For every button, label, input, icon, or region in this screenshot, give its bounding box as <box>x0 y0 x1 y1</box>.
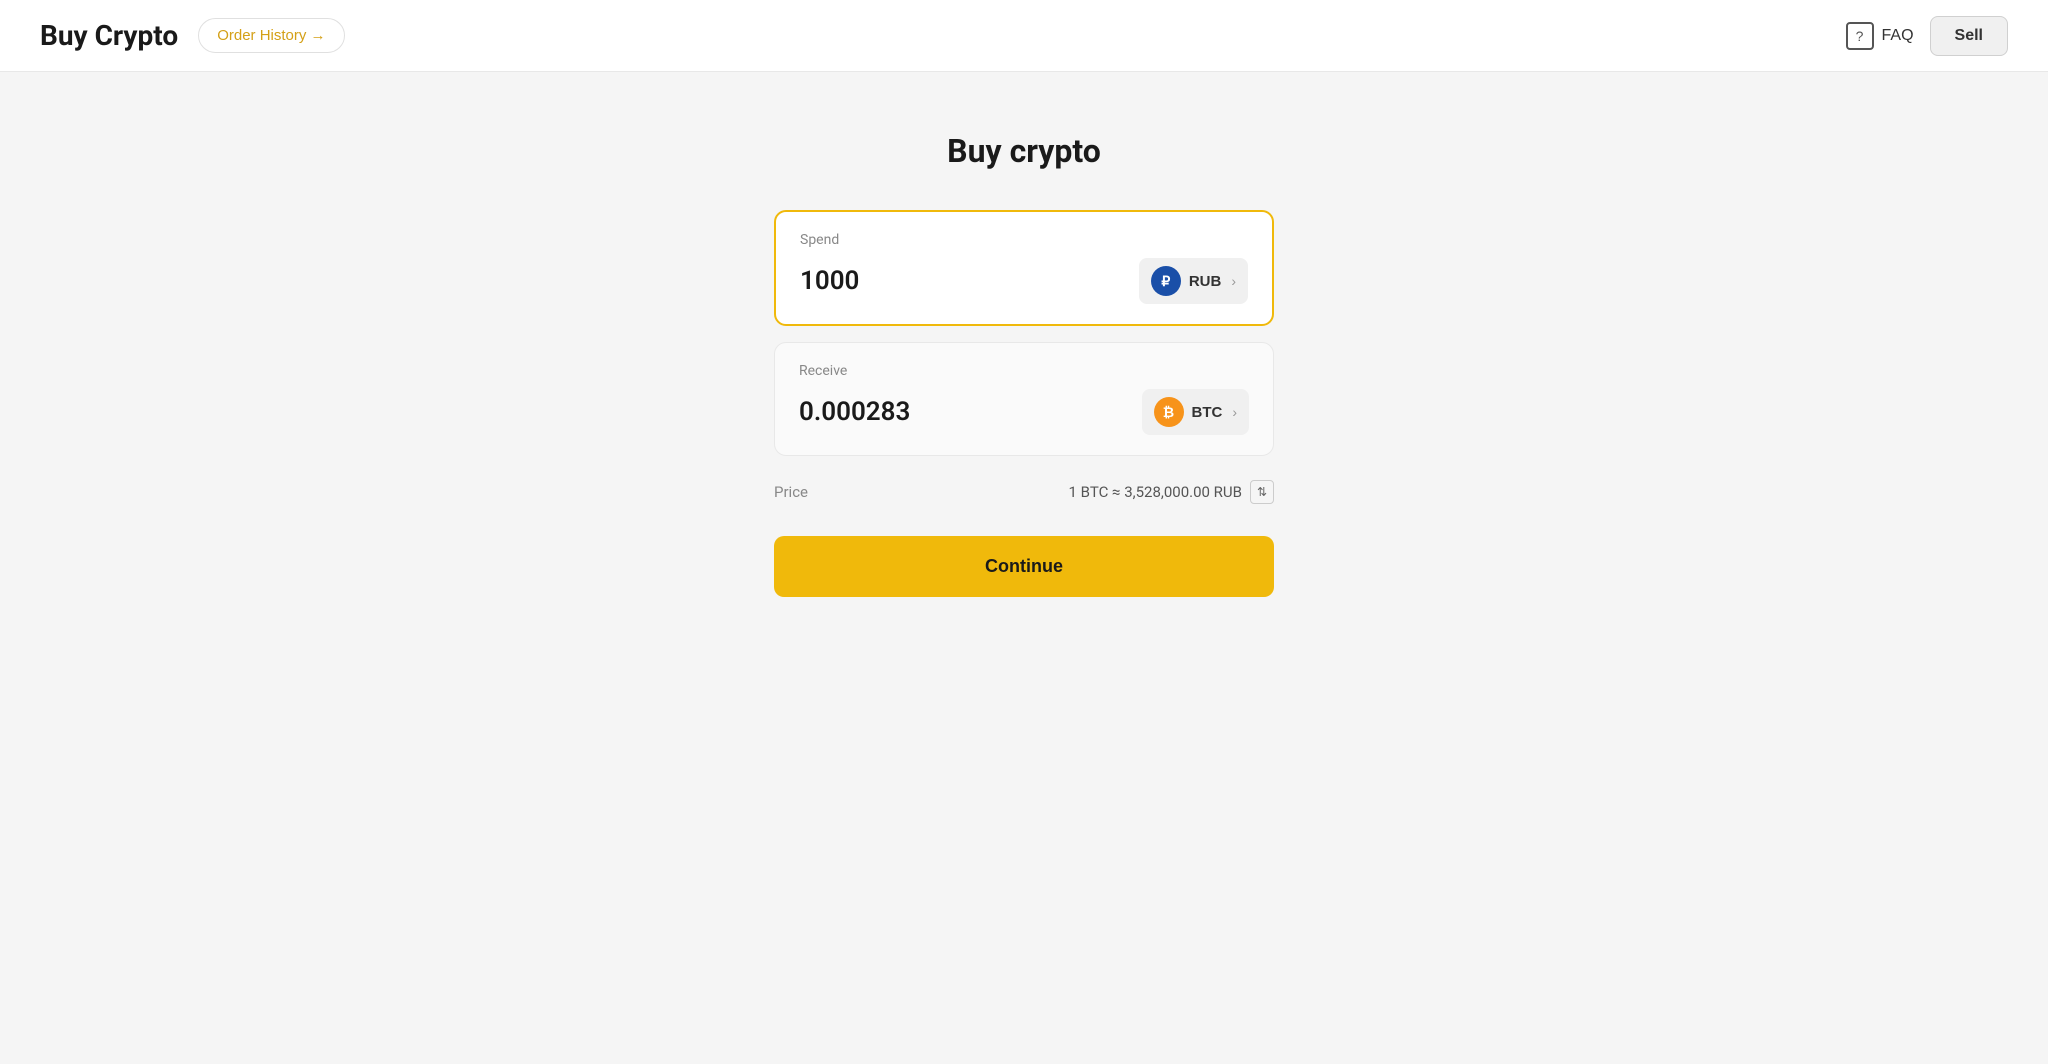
faq-label: FAQ <box>1882 27 1914 45</box>
header-left: Buy Crypto Order History → <box>40 18 345 53</box>
form-container: Spend 1000 ₽ RUB › Receive 0.000283 ₿ <box>774 210 1274 597</box>
spend-label: Spend <box>800 232 1248 248</box>
swap-icon[interactable]: ⇅ <box>1250 480 1274 504</box>
receive-label: Receive <box>799 363 1249 379</box>
form-title: Buy crypto <box>947 132 1101 170</box>
faq-button[interactable]: ? FAQ <box>1846 22 1914 50</box>
spend-row: 1000 ₽ RUB › <box>800 258 1248 304</box>
spend-card: Spend 1000 ₽ RUB › <box>774 210 1274 326</box>
spend-chevron-icon: › <box>1231 273 1236 289</box>
spend-value[interactable]: 1000 <box>800 266 859 296</box>
price-value: 1 BTC ≈ 3,528,000.00 RUB <box>1069 483 1242 501</box>
spend-currency-selector[interactable]: ₽ RUB › <box>1139 258 1248 304</box>
order-history-button[interactable]: Order History → <box>198 18 344 53</box>
rub-icon: ₽ <box>1151 266 1181 296</box>
spend-currency-name: RUB <box>1189 273 1222 290</box>
receive-currency-name: BTC <box>1192 404 1223 421</box>
receive-row: 0.000283 ₿ BTC › <box>799 389 1249 435</box>
receive-chevron-icon: › <box>1232 404 1237 420</box>
main-content: Buy crypto Spend 1000 ₽ RUB › Receive 0.… <box>0 72 2048 657</box>
receive-value: 0.000283 <box>799 397 910 427</box>
receive-currency-selector[interactable]: ₿ BTC › <box>1142 389 1250 435</box>
price-value-container: 1 BTC ≈ 3,528,000.00 RUB ⇅ <box>1069 480 1274 504</box>
header: Buy Crypto Order History → ? FAQ Sell <box>0 0 2048 72</box>
price-label: Price <box>774 483 808 501</box>
continue-button[interactable]: Continue <box>774 536 1274 597</box>
btc-icon: ₿ <box>1154 397 1184 427</box>
header-right: ? FAQ Sell <box>1846 16 2008 56</box>
faq-icon: ? <box>1846 22 1874 50</box>
price-row: Price 1 BTC ≈ 3,528,000.00 RUB ⇅ <box>774 472 1274 512</box>
sell-button[interactable]: Sell <box>1930 16 2008 56</box>
receive-card: Receive 0.000283 ₿ BTC › <box>774 342 1274 456</box>
page-title: Buy Crypto <box>40 19 178 52</box>
